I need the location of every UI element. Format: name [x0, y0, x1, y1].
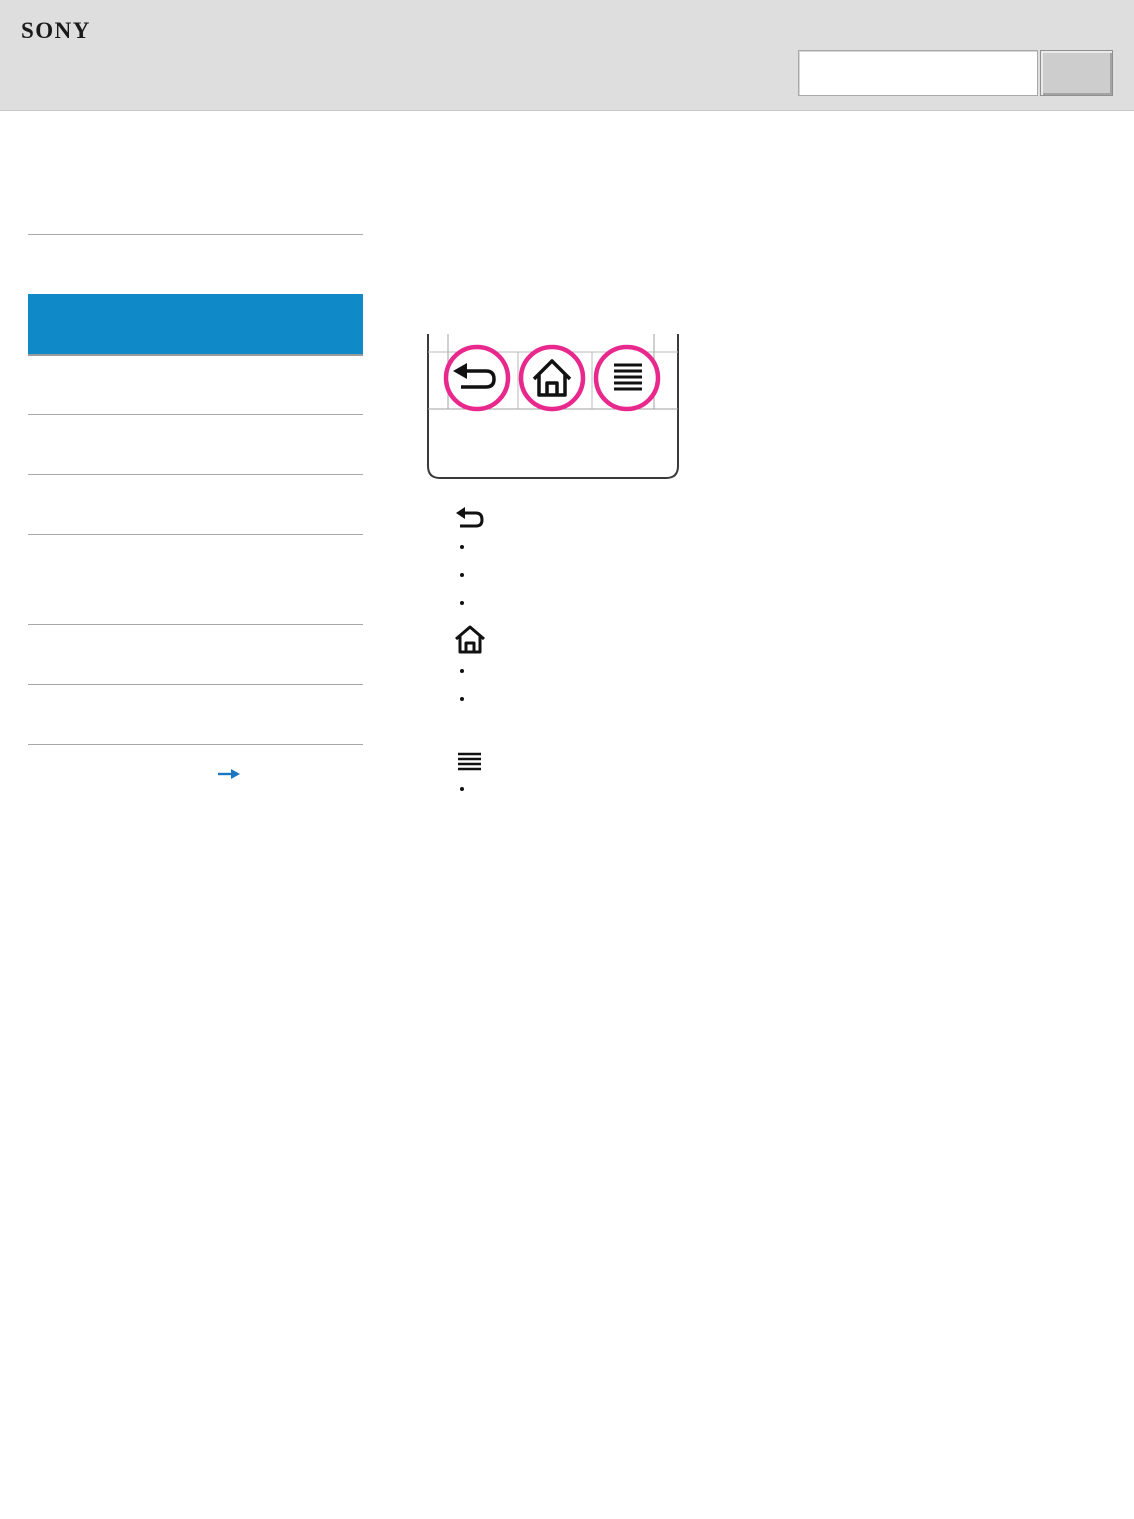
- bullet-marker: [460, 669, 464, 673]
- sidebar-item-5[interactable]: [28, 474, 363, 534]
- bullet-marker: [460, 697, 464, 701]
- sony-logo[interactable]: SONY: [21, 18, 91, 44]
- arrow-right-icon: [218, 769, 240, 779]
- bullet-marker: [460, 601, 464, 605]
- sidebar-item-1[interactable]: [28, 234, 363, 294]
- sidebar-item-3[interactable]: [28, 354, 363, 414]
- bullet-marker: [460, 787, 464, 791]
- home-key: [518, 344, 586, 412]
- back-icon: [456, 507, 484, 528]
- menu-icon: [458, 752, 481, 771]
- sidebar-item-active[interactable]: [28, 294, 363, 354]
- page-header: SONY: [0, 0, 1134, 111]
- back-key: [443, 344, 511, 412]
- sidebar-item-4[interactable]: [28, 414, 363, 474]
- sidebar-divider: [28, 744, 363, 745]
- sidebar-item-8[interactable]: [28, 684, 363, 744]
- more-link[interactable]: [211, 765, 241, 783]
- search-button[interactable]: [1040, 50, 1113, 96]
- menu-key: [593, 344, 661, 412]
- bullet-marker: [460, 545, 464, 549]
- home-icon: [455, 625, 485, 654]
- bullet-marker: [460, 573, 464, 577]
- search-input[interactable]: [798, 50, 1038, 96]
- sidebar-item-7[interactable]: [28, 624, 363, 684]
- phone-keys-illustration: [427, 334, 679, 479]
- sidebar-item-6[interactable]: [28, 534, 363, 624]
